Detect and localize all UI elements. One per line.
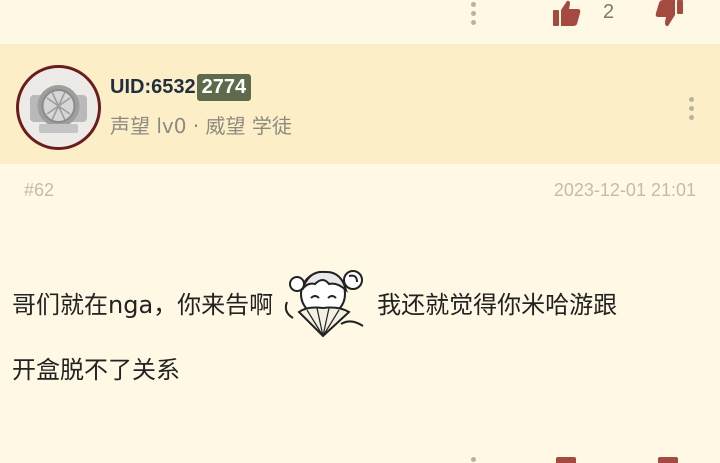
more-options-icon[interactable] xyxy=(466,0,482,28)
uid-prefix: UID:6532 xyxy=(110,75,196,98)
thumb-up-icon[interactable] xyxy=(552,0,582,28)
post-content: 哥们就在nga，你来告啊 我还就觉得你米哈游跟 开盒脱不了关系 xyxy=(12,262,712,385)
post-text-part1: 哥们就在nga，你来告啊 xyxy=(12,290,274,319)
like-count: 2 xyxy=(603,1,615,23)
user-more-options-icon[interactable] xyxy=(684,95,700,123)
thumb-down-icon[interactable] xyxy=(654,0,684,28)
floor-number: #62 xyxy=(24,180,55,200)
user-avatar[interactable] xyxy=(16,65,101,150)
anime-girl-fan-sticker xyxy=(285,270,364,338)
previous-post-action-bar: 2 xyxy=(0,0,720,44)
user-id[interactable]: UID:6532 2774 xyxy=(110,70,252,104)
user-reputation: 声望 lv0 · 威望 学徒 xyxy=(110,114,292,138)
post-text-line2: 开盒脱不了关系 xyxy=(12,356,180,384)
post-text-part2: 我还就觉得你米哈游跟 xyxy=(377,290,618,319)
uid-highlight-badge: 2774 xyxy=(196,73,252,101)
default-avatar-icon xyxy=(19,68,98,147)
post-timestamp: 2023-12-01 21:01 xyxy=(553,180,696,200)
post-author-header: UID:6532 2774 声望 lv0 · 威望 学徒 xyxy=(0,46,720,164)
next-action-bar-peek xyxy=(0,455,720,463)
